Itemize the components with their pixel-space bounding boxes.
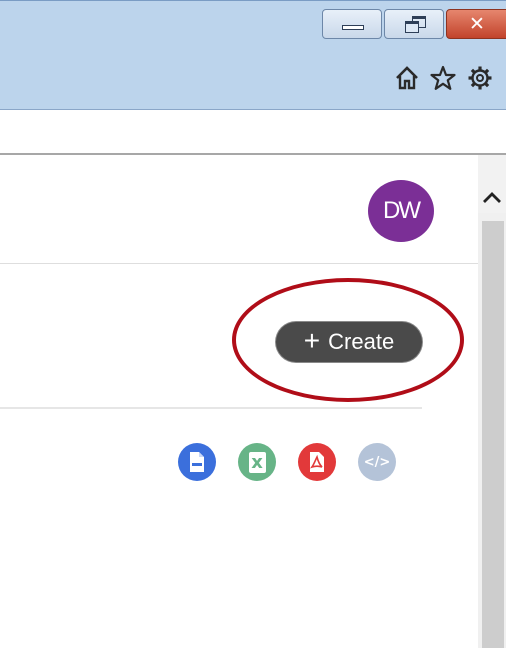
export-csv-button[interactable] <box>178 443 216 481</box>
content-divider <box>0 407 422 409</box>
chevron-up-icon <box>483 192 501 203</box>
create-button[interactable]: + Create <box>276 322 422 362</box>
minimize-icon <box>342 25 364 30</box>
scrollbar-thumb[interactable] <box>482 221 504 648</box>
restore-icon-front <box>405 21 419 33</box>
plus-icon: + <box>303 324 321 356</box>
excel-file-icon: x <box>248 451 266 473</box>
pdf-file-icon <box>310 452 324 472</box>
address-bar-area <box>0 110 506 155</box>
user-avatar[interactable]: DW <box>368 180 434 242</box>
star-icon[interactable] <box>430 65 456 91</box>
restore-button[interactable] <box>384 9 444 39</box>
close-icon: ✕ <box>469 13 485 35</box>
gear-icon[interactable] <box>467 65 493 91</box>
csv-file-icon <box>190 452 204 472</box>
export-excel-button[interactable]: x <box>238 443 276 481</box>
browser-title-bar: ✕ <box>0 0 506 110</box>
create-button-label: Create <box>328 329 395 354</box>
home-icon[interactable] <box>394 65 420 91</box>
close-window-button[interactable]: ✕ <box>446 9 506 39</box>
export-pdf-button[interactable] <box>298 443 336 481</box>
code-icon: </> <box>363 454 391 470</box>
scroll-up-button[interactable] <box>478 155 506 213</box>
vertical-scrollbar[interactable] <box>478 155 506 648</box>
minimize-button[interactable] <box>322 9 382 39</box>
export-code-button[interactable]: </> <box>358 443 396 481</box>
